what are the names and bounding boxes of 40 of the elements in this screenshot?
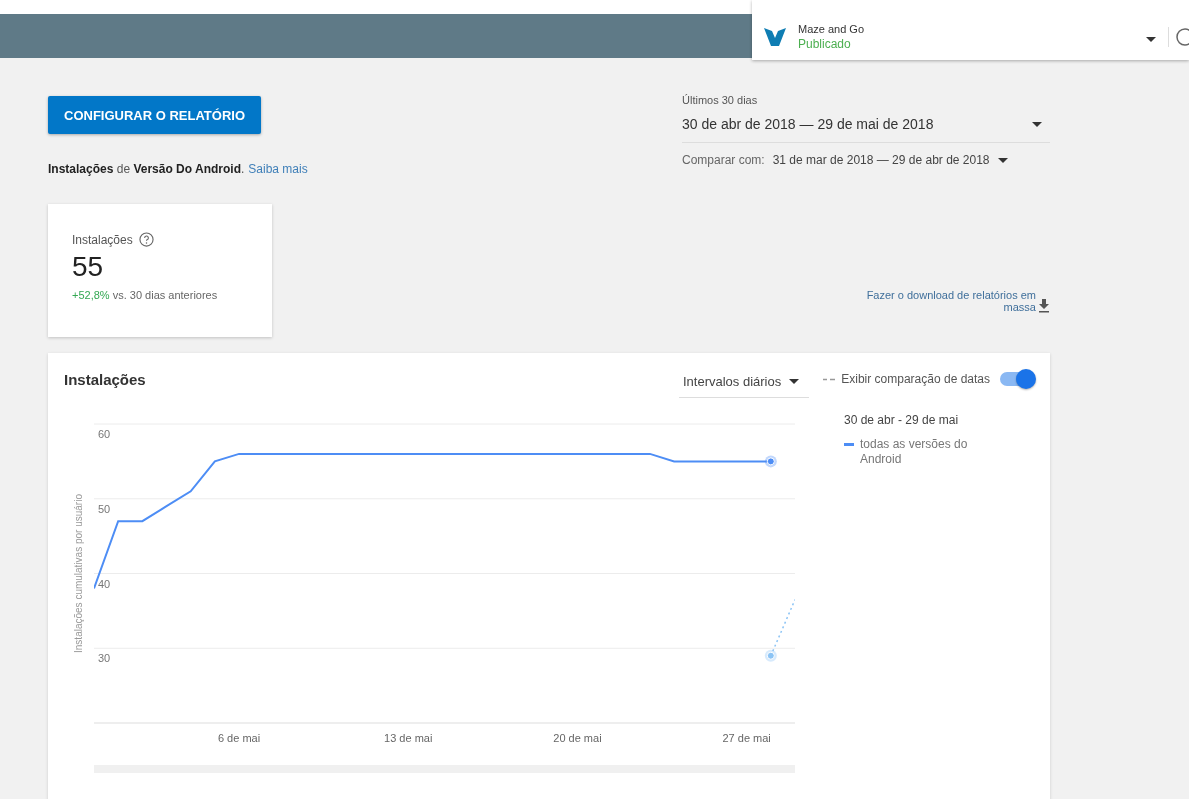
dropdown-caret-icon [997,157,1008,163]
dropdown-caret-icon [1032,121,1042,127]
compare-toggle-label: Exibir comparação de datas [841,372,990,386]
data-point-marker [764,649,777,662]
chart-title: Instalações [64,370,147,388]
report-description: Instalações de Versão Do Android. [48,162,245,176]
app-logo-icon [764,28,786,46]
y-tick-label: 60 [98,428,111,440]
summary-title: Instalações [72,232,133,247]
app-selector[interactable]: Maze and Go Publicado [752,0,1189,60]
dropdown-caret-icon [1146,37,1156,42]
compare-label: Comparar com: [682,153,765,167]
summary-value: 55 [72,251,105,283]
configure-report-button[interactable]: CONFIGURAR O RELATÓRIO [48,96,262,134]
app-name: Maze and Go [798,22,866,36]
download-icon[interactable] [1038,299,1050,313]
legend-title: 30 de abr - 29 de mai [844,413,960,427]
legend-label: todas as versões do Android [860,437,969,467]
dropdown-caret-icon [789,379,800,384]
legend-swatch [844,443,854,446]
app-status: Publicado [798,35,852,52]
x-tick-label: 6 de mai [217,732,261,744]
help-icon[interactable] [138,232,154,247]
learn-more-link[interactable]: Saiba mais [248,162,308,176]
bulk-download-link[interactable]: Fazer o download de relatórios em massa [836,289,1036,313]
date-range-label: Últimos 30 dias [682,94,759,106]
y-tick-label: 40 [98,577,111,590]
y-tick-label: 30 [98,652,111,665]
y-axis-title: Instalações cumulativas por usuário [73,494,84,653]
y-tick-label: 50 [98,502,111,515]
compare-toggle[interactable] [1000,372,1034,386]
summary-change: +52,8% vs. 30 dias anteriores [72,289,219,301]
x-tick-label: 27 de mai [722,732,771,744]
dashed-line-icon [823,377,836,381]
compare-range-select[interactable]: 31 de mar de 2018 — 29 de abr de 2018 [772,153,1008,167]
x-tick-label: 20 de mai [553,732,602,744]
interval-select[interactable]: Intervalos diários [678,370,810,398]
date-range-select[interactable]: 30 de abr de 2018 — 29 de mai de 2018 [682,106,1050,143]
data-point-marker [764,455,777,468]
x-tick-label: 13 de mai [384,732,433,744]
